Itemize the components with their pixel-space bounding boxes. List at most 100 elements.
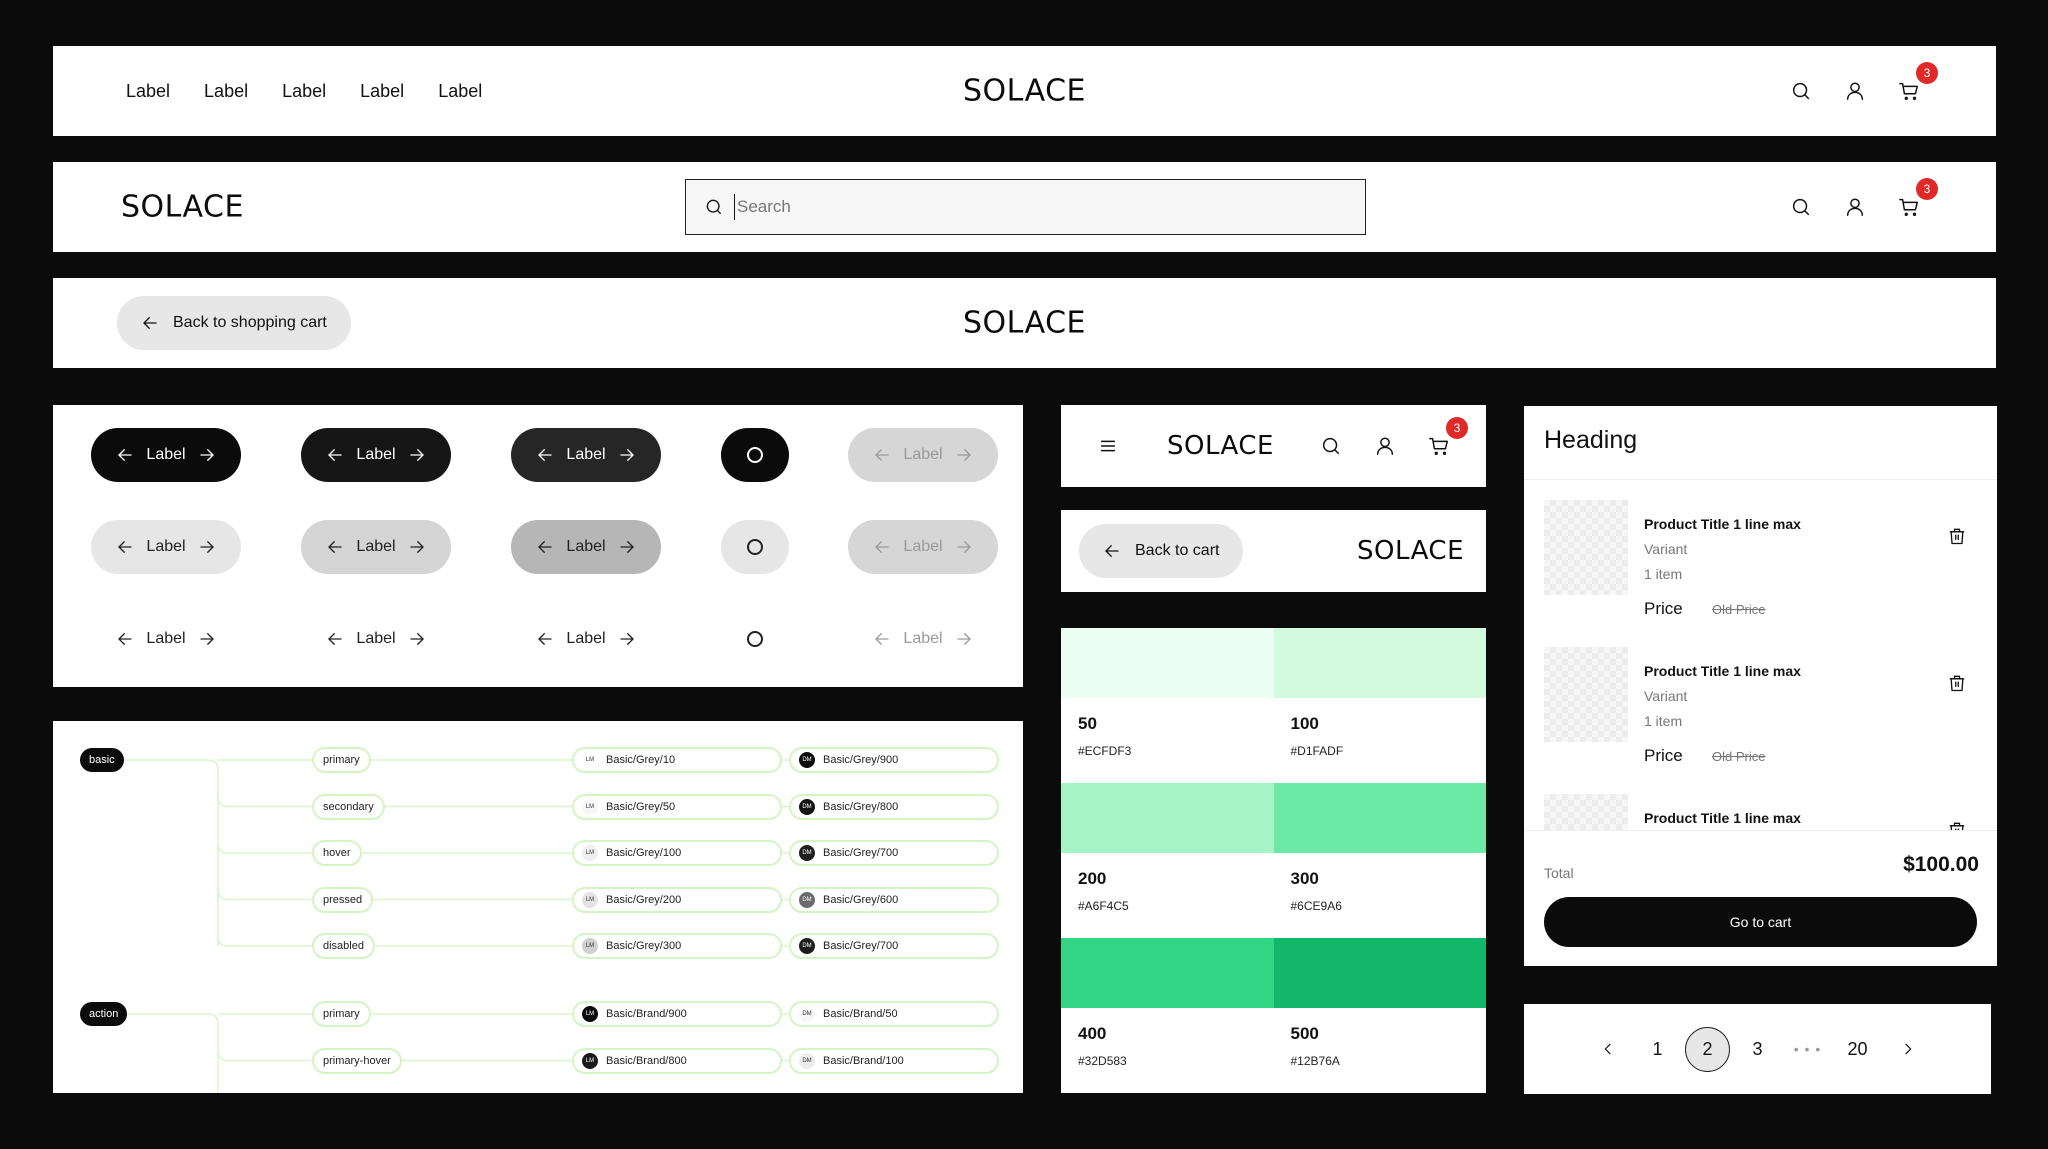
next-page-button[interactable] — [1883, 1026, 1933, 1072]
checkout-header: Back to shopping cart SOLACE — [53, 278, 1996, 368]
light-mode-token-pill: LM Basic/Grey/50 — [572, 793, 782, 820]
token-state-pill: hover — [312, 840, 362, 866]
arrow-right-icon — [199, 633, 214, 645]
brand-logo[interactable]: SOLACE — [121, 190, 244, 225]
desktop-header-search: SOLACE 3 — [53, 162, 1996, 252]
token-name: Basic/Grey/700 — [823, 847, 899, 859]
pagination-ellipsis: • • • — [1783, 1026, 1833, 1072]
token-name: Basic/Grey/600 — [823, 893, 899, 906]
search-field[interactable] — [685, 179, 1366, 235]
chevron-right-icon — [1904, 1043, 1911, 1055]
token-state-pill: primary — [312, 1001, 371, 1027]
brand-logo[interactable]: SOLACE — [1167, 431, 1274, 461]
arrow-right-icon — [956, 633, 971, 645]
arrow-right-icon — [199, 449, 214, 461]
token-name: Basic/Grey/10 — [606, 754, 676, 766]
button-label: Label — [566, 446, 606, 463]
user-icon — [1846, 198, 1864, 216]
button-ghost-disabled[interactable]: Label — [848, 612, 998, 666]
button-disabled[interactable]: Label — [848, 520, 998, 574]
button-secondary[interactable]: Label — [91, 520, 241, 574]
cart-button[interactable]: 3 — [1892, 62, 1938, 108]
go-to-cart-button[interactable]: Go to cart — [1544, 897, 1977, 947]
swatch-step: 300 — [1290, 869, 1319, 888]
menu-button[interactable] — [1091, 429, 1125, 463]
product-image-placeholder[interactable] — [1544, 500, 1628, 595]
cart-count-badge: 3 — [1446, 417, 1468, 439]
button-primary-hover[interactable]: Label — [301, 428, 451, 482]
color-swatch: LM — [582, 891, 598, 908]
button-ghost[interactable]: Label — [511, 612, 661, 666]
swatch-step: 100 — [1290, 714, 1319, 733]
button-label: Label — [903, 446, 943, 463]
back-to-cart-button[interactable]: Back to cart — [1079, 524, 1244, 578]
nav-item[interactable]: Label — [438, 81, 482, 102]
page-button[interactable]: 1 — [1633, 1026, 1683, 1072]
brand-logo[interactable]: SOLACE — [1357, 536, 1464, 566]
button-icon-ghost[interactable] — [721, 612, 789, 666]
brand-logo[interactable]: SOLACE — [963, 74, 1086, 109]
search-input[interactable] — [737, 197, 1337, 217]
remove-item-button[interactable] — [1947, 526, 1967, 551]
token-group-basic: basic — [80, 748, 124, 772]
trash-icon — [1949, 675, 1965, 692]
search-button[interactable] — [1314, 429, 1348, 463]
light-mode-token-pill: LM Basic/Grey/200 — [572, 886, 782, 913]
button-icon-secondary[interactable] — [721, 520, 789, 574]
circle-icon — [747, 539, 763, 555]
swatch-step: 50 — [1078, 714, 1097, 733]
token-name: Basic/Grey/800 — [823, 800, 899, 813]
button-ghost[interactable]: Label — [91, 612, 241, 666]
arrow-right-icon — [199, 541, 214, 553]
nav-item[interactable]: Label — [204, 81, 248, 102]
account-button[interactable] — [1368, 429, 1402, 463]
search-button[interactable] — [1784, 190, 1818, 224]
button-secondary-pressed[interactable]: Label — [511, 520, 661, 574]
token-state-pill: disabled — [312, 933, 375, 959]
product-title[interactable]: Product Title 1 line max — [1644, 516, 1801, 532]
color-swatch: DM — [799, 752, 815, 768]
remove-item-button[interactable] — [1947, 673, 1967, 698]
page-button-current[interactable]: 2 — [1683, 1026, 1733, 1072]
token-state-pill: primary — [312, 747, 371, 773]
search-icon — [1792, 82, 1810, 100]
product-image-placeholder[interactable] — [1544, 647, 1628, 742]
button-primary-pressed[interactable]: Label — [511, 428, 661, 482]
button-label: Label — [146, 538, 186, 555]
swatch-chip — [1273, 628, 1486, 698]
nav-item[interactable]: Label — [282, 81, 326, 102]
button-disabled[interactable]: Label — [848, 428, 998, 482]
button-ghost[interactable]: Label — [301, 612, 451, 666]
nav-item[interactable]: Label — [360, 81, 404, 102]
brand-logo[interactable]: SOLACE — [963, 306, 1086, 341]
button-secondary-hover[interactable]: Label — [301, 520, 451, 574]
light-mode-token-pill: LM Basic/Grey/10 — [572, 747, 782, 773]
search-icon — [706, 199, 722, 215]
product-title[interactable]: Product Title 1 line max — [1644, 663, 1801, 679]
account-button[interactable] — [1838, 74, 1872, 108]
token-name: Basic/Grey/900 — [823, 754, 899, 766]
dark-mode-token-pill: DM Basic/Grey/600 — [789, 886, 999, 913]
cart-button[interactable]: 3 — [1422, 417, 1468, 463]
page-button[interactable]: 3 — [1733, 1026, 1783, 1072]
arrow-right-icon — [956, 541, 971, 553]
color-swatch: DM — [799, 1052, 815, 1069]
button-icon-primary[interactable] — [721, 428, 789, 482]
light-mode-token-pill: LM Basic/Grey/100 — [572, 840, 782, 866]
account-button[interactable] — [1838, 190, 1872, 224]
search-button[interactable] — [1784, 74, 1818, 108]
previous-page-button[interactable] — [1583, 1026, 1633, 1072]
nav-item[interactable]: Label — [126, 81, 170, 102]
cart-icon — [1429, 437, 1448, 455]
product-title[interactable]: Product Title 1 line max — [1644, 810, 1801, 826]
back-to-shopping-cart-button[interactable]: Back to shopping cart — [117, 296, 351, 350]
arrow-left-icon — [538, 541, 553, 553]
button-label: Label — [566, 538, 606, 555]
button-primary[interactable]: Label — [91, 428, 241, 482]
arrow-left-icon — [875, 449, 890, 461]
cart-button[interactable]: 3 — [1892, 178, 1938, 224]
page-button[interactable]: 20 — [1833, 1026, 1883, 1072]
color-swatch: LM — [582, 1052, 598, 1069]
cart-footer: Total $100.00 Go to cart — [1524, 830, 1997, 966]
cart-icon — [1899, 198, 1918, 216]
